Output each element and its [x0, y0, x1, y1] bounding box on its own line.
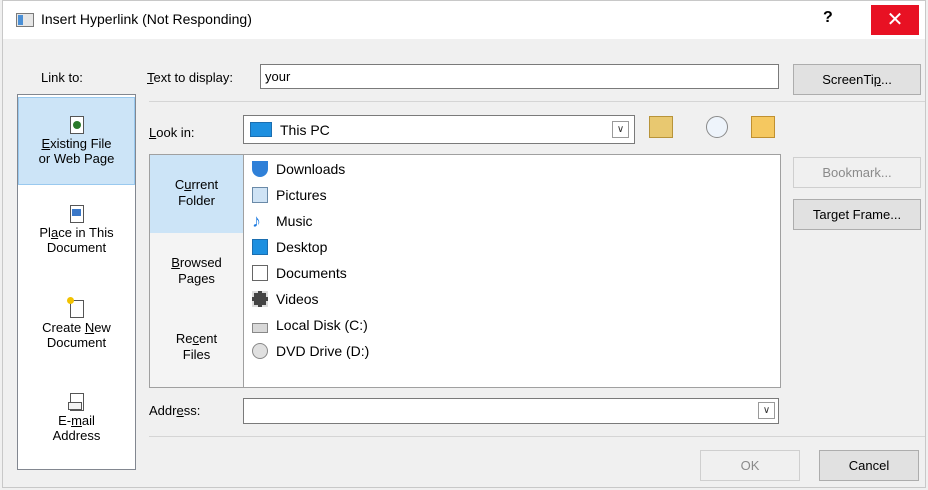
look-in-label: Look in:	[149, 125, 195, 140]
music-note-icon: ♪	[252, 211, 261, 231]
place-current-folder[interactable]: Current Folder	[150, 155, 243, 233]
link-to-create-new-document[interactable]: Create New Document	[18, 297, 135, 370]
list-item[interactable]: Videos	[252, 287, 319, 311]
link-to-label: Link to:	[41, 70, 83, 85]
title-bar: Insert Hyperlink (Not Responding) ? ✕	[3, 1, 925, 39]
text-to-display-input[interactable]: your	[260, 64, 779, 89]
chevron-down-icon[interactable]: ∨	[612, 121, 629, 138]
link-to-existing-file[interactable]: Existing File or Web Page	[18, 97, 135, 185]
list-item[interactable]: Pictures	[252, 183, 327, 207]
up-folder-icon[interactable]	[649, 116, 673, 138]
dialog-title: Insert Hyperlink (Not Responding)	[41, 11, 252, 27]
target-frame-button[interactable]: Target Frame...	[793, 199, 921, 230]
separator-bottom	[149, 436, 925, 437]
documents-icon	[252, 265, 268, 281]
list-item[interactable]: Local Disk (C:)	[252, 313, 368, 337]
pictures-icon	[252, 187, 268, 203]
browse-web-icon[interactable]	[706, 116, 728, 138]
download-arrow-icon	[252, 161, 268, 177]
close-button[interactable]: ✕	[871, 5, 919, 35]
browse-file-icon[interactable]	[751, 116, 775, 138]
look-in-dropdown[interactable]: This PC ∨	[243, 115, 635, 144]
link-to-email-address[interactable]: E-mail Address	[18, 393, 135, 463]
dvd-drive-icon	[252, 343, 268, 359]
separator-top	[149, 101, 925, 102]
list-item[interactable]: Desktop	[252, 235, 327, 259]
address-label: Address:	[149, 403, 201, 418]
email-icon	[67, 393, 84, 411]
existing-file-icon	[69, 116, 84, 134]
link-to-place-in-document[interactable]: Place in This Document	[18, 205, 135, 275]
text-to-display-label: Text to display:	[147, 70, 233, 85]
place-recent-files[interactable]: Recent Files	[150, 331, 243, 371]
list-item[interactable]: ♪ Music	[252, 209, 313, 233]
link-to-panel: Existing File or Web Page Place in This …	[17, 94, 136, 470]
list-item[interactable]: Documents	[252, 261, 347, 285]
insert-hyperlink-dialog: Insert Hyperlink (Not Responding) ? ✕ Li…	[2, 0, 926, 488]
place-browsed-pages[interactable]: Browsed Pages	[150, 255, 243, 295]
bookmark-button[interactable]: Bookmark...	[793, 157, 921, 188]
list-item[interactable]: Downloads	[252, 157, 345, 181]
place-in-document-icon	[69, 205, 84, 223]
help-button[interactable]: ?	[823, 9, 833, 27]
ok-button[interactable]: OK	[700, 450, 800, 481]
desktop-icon	[252, 239, 268, 255]
screentip-button[interactable]: ScreenTip...	[793, 64, 921, 95]
new-document-icon	[66, 297, 84, 318]
file-list: Downloads Pictures ♪ Music Desktop Docume…	[243, 154, 781, 388]
cancel-button[interactable]: Cancel	[819, 450, 919, 481]
app-icon	[16, 13, 34, 27]
this-pc-icon	[250, 122, 272, 137]
close-icon: ✕	[886, 9, 904, 31]
chevron-down-icon[interactable]: ∨	[758, 402, 775, 419]
address-input[interactable]: ∨	[243, 398, 779, 424]
places-panel: Current Folder Browsed Pages Recent File…	[149, 154, 244, 388]
videos-icon	[252, 291, 268, 307]
local-disk-icon	[252, 323, 268, 333]
list-item[interactable]: DVD Drive (D:)	[252, 339, 369, 363]
